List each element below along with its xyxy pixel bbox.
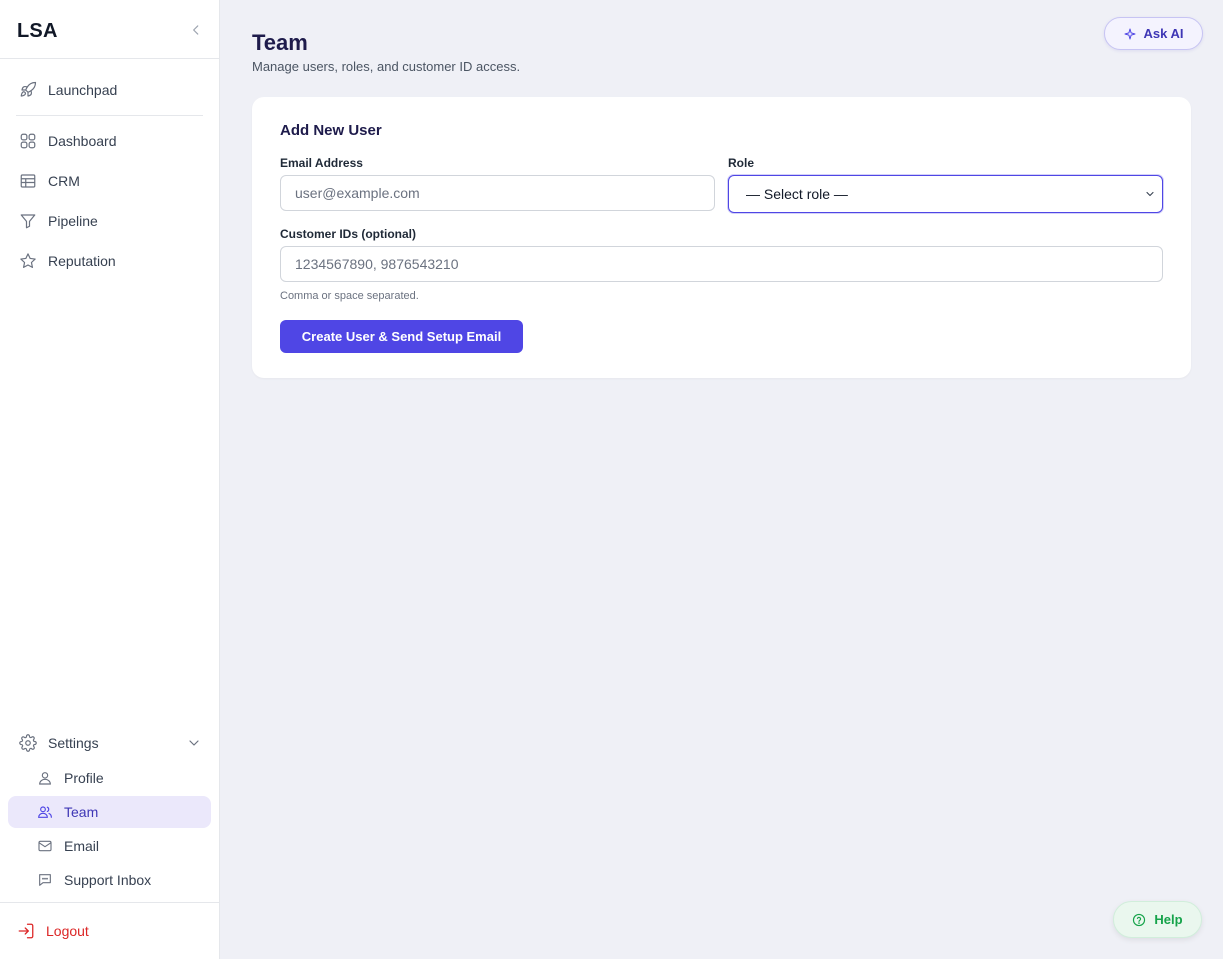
sidebar-item-reputation[interactable]: Reputation xyxy=(8,245,211,277)
sidebar-divider xyxy=(0,902,219,903)
email-field[interactable] xyxy=(280,175,715,211)
help-circle-icon xyxy=(1133,913,1146,926)
sidebar-item-label: Reputation xyxy=(48,253,116,269)
sidebar-item-label: CRM xyxy=(48,173,80,189)
sidebar-item-launchpad[interactable]: Launchpad xyxy=(8,74,211,106)
funnel-icon xyxy=(19,212,37,230)
brand-logo: LSA xyxy=(17,20,58,42)
user-icon xyxy=(37,770,53,786)
logout-icon xyxy=(17,922,35,940)
page-subtitle: Manage users, roles, and customer ID acc… xyxy=(252,59,521,74)
customer-ids-hint: Comma or space separated. xyxy=(280,290,419,302)
sidebar-item-team[interactable]: Team xyxy=(8,796,211,828)
role-select-value: — Select role — xyxy=(746,186,848,202)
email-label: Email Address xyxy=(280,156,363,170)
role-select[interactable]: — Select role — xyxy=(728,175,1163,213)
table-icon xyxy=(19,172,37,190)
chevron-down-icon xyxy=(1144,188,1156,200)
sidebar-item-label: Launchpad xyxy=(48,82,118,98)
ask-ai-label: Ask AI xyxy=(1143,26,1184,41)
sidebar-item-label: Team xyxy=(64,804,99,820)
ask-ai-button[interactable]: Ask AI xyxy=(1104,17,1203,50)
sidebar: LSA Launchpad Dashboard CRM Pipeline Rep… xyxy=(0,0,220,959)
sidebar-item-label: Dashboard xyxy=(48,133,117,149)
page-title: Team xyxy=(252,30,308,55)
users-icon xyxy=(37,804,53,820)
rocket-icon xyxy=(19,81,37,99)
sidebar-item-settings[interactable]: Settings xyxy=(8,727,211,759)
help-label: Help xyxy=(1154,912,1183,927)
sidebar-divider xyxy=(0,58,219,59)
collapse-sidebar-button[interactable] xyxy=(186,20,206,40)
sidebar-item-label: Email xyxy=(64,838,100,854)
sidebar-item-email[interactable]: Email xyxy=(8,830,211,862)
help-button[interactable]: Help xyxy=(1113,901,1202,938)
sidebar-divider xyxy=(16,115,203,116)
add-user-card: Add New User Email Address Role — Select… xyxy=(252,97,1191,378)
create-user-button[interactable]: Create User & Send Setup Email xyxy=(280,320,523,353)
sparkle-icon xyxy=(1124,28,1135,39)
card-title: Add New User xyxy=(280,122,382,139)
role-label: Role xyxy=(728,156,755,170)
customer-ids-field[interactable] xyxy=(280,246,1163,282)
sidebar-item-label: Support Inbox xyxy=(64,872,152,888)
chat-icon xyxy=(37,872,53,888)
sidebar-item-dashboard[interactable]: Dashboard xyxy=(8,125,211,157)
chevron-left-icon xyxy=(193,25,199,35)
sidebar-item-label: Settings xyxy=(48,735,99,751)
customer-ids-label: Customer IDs (optional) xyxy=(280,227,417,241)
sidebar-item-label: Profile xyxy=(64,770,104,786)
sidebar-item-support-inbox[interactable]: Support Inbox xyxy=(8,864,211,896)
chevron-down-icon xyxy=(186,735,202,751)
grid-icon xyxy=(19,132,37,150)
logout-button[interactable]: Logout xyxy=(8,915,211,947)
sidebar-item-pipeline[interactable]: Pipeline xyxy=(8,205,211,237)
gear-icon xyxy=(19,734,37,752)
mail-icon xyxy=(37,838,53,854)
sidebar-item-crm[interactable]: CRM xyxy=(8,165,211,197)
sidebar-item-profile[interactable]: Profile xyxy=(8,762,211,794)
logout-label: Logout xyxy=(46,923,89,939)
star-icon xyxy=(19,252,37,270)
sidebar-item-label: Pipeline xyxy=(48,213,98,229)
